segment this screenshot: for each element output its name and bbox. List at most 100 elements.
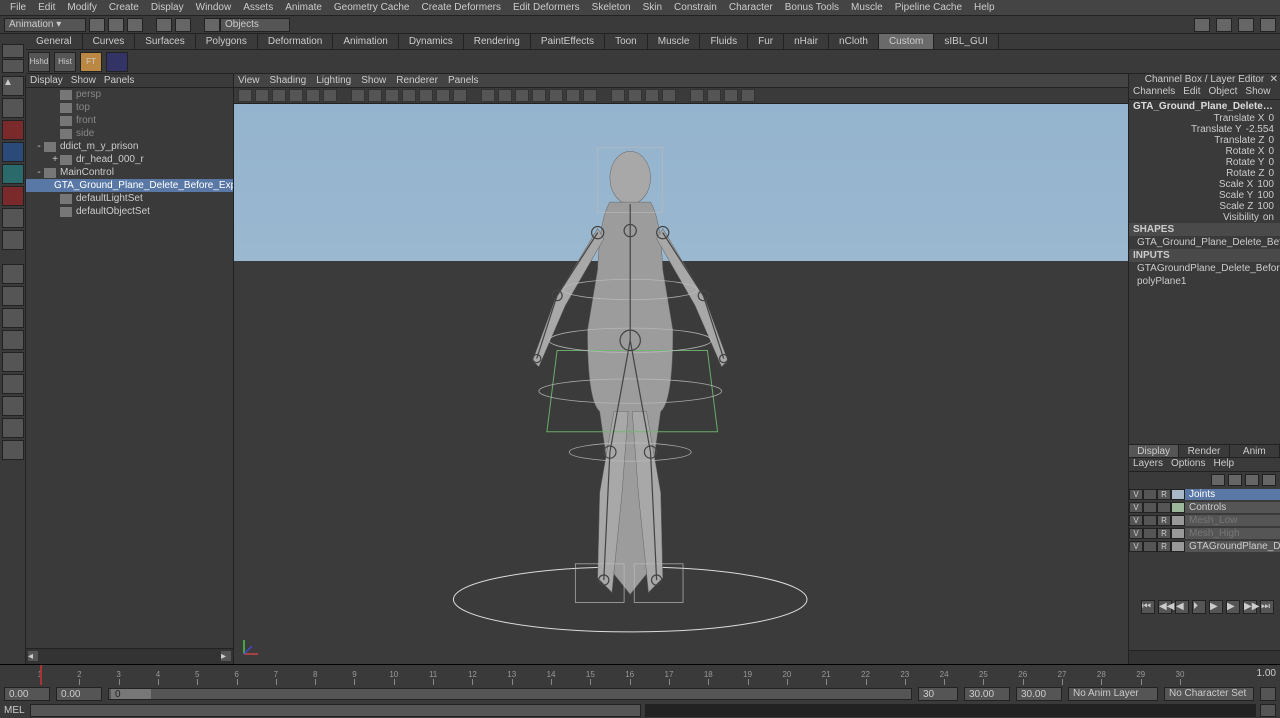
menu-help[interactable]: Help bbox=[968, 2, 1001, 13]
menu-geocache[interactable]: Geometry Cache bbox=[328, 2, 416, 13]
layer-new-empty-icon[interactable] bbox=[1245, 474, 1259, 486]
vp-icon-24[interactable] bbox=[662, 89, 676, 102]
outliner-item[interactable]: front bbox=[26, 114, 233, 127]
shelf-tab-curves[interactable]: Curves bbox=[83, 34, 136, 49]
vp-icon-4[interactable] bbox=[289, 89, 303, 102]
vp-icon-6[interactable] bbox=[323, 89, 337, 102]
vp-icon-27[interactable] bbox=[724, 89, 738, 102]
shelf-btn-hshd[interactable]: Hshd bbox=[28, 52, 50, 72]
vp-icon-23[interactable] bbox=[645, 89, 659, 102]
channel-attr[interactable]: Scale Y100 bbox=[1129, 190, 1280, 201]
shelf-tab-fur[interactable]: Fur bbox=[748, 34, 784, 49]
layout-persp-out[interactable] bbox=[2, 440, 24, 460]
vp-icon-9[interactable] bbox=[385, 89, 399, 102]
range-track[interactable]: 0 bbox=[108, 688, 912, 700]
channel-attr[interactable]: Scale X100 bbox=[1129, 179, 1280, 190]
shelf-tab-rendering[interactable]: Rendering bbox=[464, 34, 531, 49]
vp-icon-16[interactable] bbox=[515, 89, 529, 102]
statusbar-icon-3[interactable] bbox=[1238, 18, 1254, 32]
layer-menu-layers[interactable]: Layers bbox=[1133, 458, 1163, 471]
channel-attr[interactable]: Rotate Y0 bbox=[1129, 157, 1280, 168]
time-slider[interactable]: 1234567891011121314151617181920212223242… bbox=[0, 665, 1280, 685]
vp-icon-1[interactable] bbox=[238, 89, 252, 102]
layer-tab-anim[interactable]: Anim bbox=[1230, 445, 1280, 457]
range-end-1[interactable]: 30 bbox=[918, 687, 958, 701]
new-scene-icon[interactable] bbox=[89, 18, 105, 32]
vp-icon-25[interactable] bbox=[690, 89, 704, 102]
vp-icon-10[interactable] bbox=[402, 89, 416, 102]
shelf-opt-1[interactable] bbox=[2, 44, 24, 58]
layer-row[interactable]: VRGTAGroundPlane_Delete_Befo bbox=[1129, 540, 1280, 553]
viewport-menu-panels[interactable]: Panels bbox=[448, 75, 479, 86]
cb-node-name[interactable]: GTA_Ground_Plane_Delete_Before... bbox=[1129, 100, 1280, 113]
statusbar-icon-1[interactable] bbox=[1194, 18, 1210, 32]
autokey-toggle[interactable] bbox=[1260, 687, 1276, 701]
vp-icon-13[interactable] bbox=[453, 89, 467, 102]
layer-menu-help[interactable]: Help bbox=[1213, 458, 1234, 471]
shelf-btn-hist[interactable]: Hist bbox=[54, 52, 76, 72]
layout-three[interactable] bbox=[2, 352, 24, 372]
shelf-tab-sibl[interactable]: sIBL_GUI bbox=[934, 34, 998, 49]
channel-attr[interactable]: Translate Y-2.554 bbox=[1129, 124, 1280, 135]
shelf-tab-general[interactable]: General bbox=[26, 34, 83, 49]
open-scene-icon[interactable] bbox=[108, 18, 124, 32]
layer-row[interactable]: VRMesh_High bbox=[1129, 527, 1280, 540]
outliner-menu-show[interactable]: Show bbox=[71, 75, 96, 86]
selection-mask-dropdown[interactable]: Objects bbox=[220, 18, 290, 32]
select-tool[interactable]: ▲ bbox=[2, 76, 24, 96]
menu-animate[interactable]: Animate bbox=[279, 2, 328, 13]
outliner-item[interactable]: -MainControl bbox=[26, 166, 233, 179]
panel-close-icon[interactable]: ✕ bbox=[1270, 74, 1278, 85]
range-end-2[interactable]: 30.00 bbox=[964, 687, 1010, 701]
channel-attr[interactable]: Rotate X0 bbox=[1129, 146, 1280, 157]
character-set-dropdown[interactable]: No Character Set bbox=[1164, 687, 1254, 701]
shelf-tab-surfaces[interactable]: Surfaces bbox=[135, 34, 195, 49]
outliner-item[interactable]: +dr_head_000_r bbox=[26, 153, 233, 166]
menu-file[interactable]: File bbox=[4, 2, 32, 13]
shelf-tab-dynamics[interactable]: Dynamics bbox=[399, 34, 464, 49]
layout-editor[interactable] bbox=[2, 374, 24, 394]
viewport-menu-show[interactable]: Show bbox=[361, 75, 386, 86]
cmdline-label[interactable]: MEL bbox=[0, 705, 30, 716]
menu-skeleton[interactable]: Skeleton bbox=[586, 2, 637, 13]
outliner-tree[interactable]: persptopfrontside-ddict_m_y_prison+dr_he… bbox=[26, 88, 233, 648]
range-start-2[interactable]: 0.00 bbox=[56, 687, 102, 701]
layout-single[interactable] bbox=[2, 264, 24, 284]
vp-icon-11[interactable] bbox=[419, 89, 433, 102]
outliner-item[interactable]: top bbox=[26, 101, 233, 114]
shelf-tab-polygons[interactable]: Polygons bbox=[196, 34, 258, 49]
menu-modify[interactable]: Modify bbox=[61, 2, 102, 13]
cmdline-input[interactable] bbox=[30, 704, 641, 717]
layout-two-h[interactable] bbox=[2, 308, 24, 328]
shelf-tab-ncloth[interactable]: nCloth bbox=[829, 34, 879, 49]
script-editor-icon[interactable] bbox=[1260, 704, 1276, 717]
viewport-menu-lighting[interactable]: Lighting bbox=[316, 75, 351, 86]
outliner-item[interactable]: defaultLightSet bbox=[26, 192, 233, 205]
shelf-tab-muscle[interactable]: Muscle bbox=[648, 34, 701, 49]
step-fwd-icon[interactable]: ▶ bbox=[1226, 600, 1240, 614]
menu-create-deformers[interactable]: Create Deformers bbox=[416, 2, 507, 13]
vp-icon-5[interactable] bbox=[306, 89, 320, 102]
cb-menu-edit[interactable]: Edit bbox=[1183, 86, 1200, 99]
shelf-tab-toon[interactable]: Toon bbox=[605, 34, 648, 49]
play-fwd-icon[interactable]: ▶ bbox=[1209, 600, 1223, 614]
vp-icon-3[interactable] bbox=[272, 89, 286, 102]
outliner-item[interactable]: -ddict_m_y_prison bbox=[26, 140, 233, 153]
anim-layer-dropdown[interactable]: No Anim Layer bbox=[1068, 687, 1158, 701]
scale-tool[interactable] bbox=[2, 186, 24, 206]
shelf-btn-ft[interactable]: FT bbox=[80, 52, 102, 72]
viewport-menu-shading[interactable]: Shading bbox=[270, 75, 307, 86]
shelf-btn-4[interactable] bbox=[106, 52, 128, 72]
shelf-tab-painteffects[interactable]: PaintEffects bbox=[531, 34, 605, 49]
redo-icon[interactable] bbox=[175, 18, 191, 32]
step-back-icon[interactable]: ◀ bbox=[1175, 600, 1189, 614]
cb-input-0[interactable]: GTAGroundPlane_Delete_Before_... bbox=[1129, 262, 1280, 275]
outliner-item[interactable]: defaultObjectSet bbox=[26, 205, 233, 218]
layout-hyper[interactable] bbox=[2, 396, 24, 416]
layer-menu-options[interactable]: Options bbox=[1171, 458, 1205, 471]
layer-new-from-sel-icon[interactable] bbox=[1262, 474, 1276, 486]
vp-icon-12[interactable] bbox=[436, 89, 450, 102]
go-start-icon[interactable]: ⏮ bbox=[1141, 600, 1155, 614]
range-start-1[interactable]: 0.00 bbox=[4, 687, 50, 701]
menu-constrain[interactable]: Constrain bbox=[668, 2, 723, 13]
